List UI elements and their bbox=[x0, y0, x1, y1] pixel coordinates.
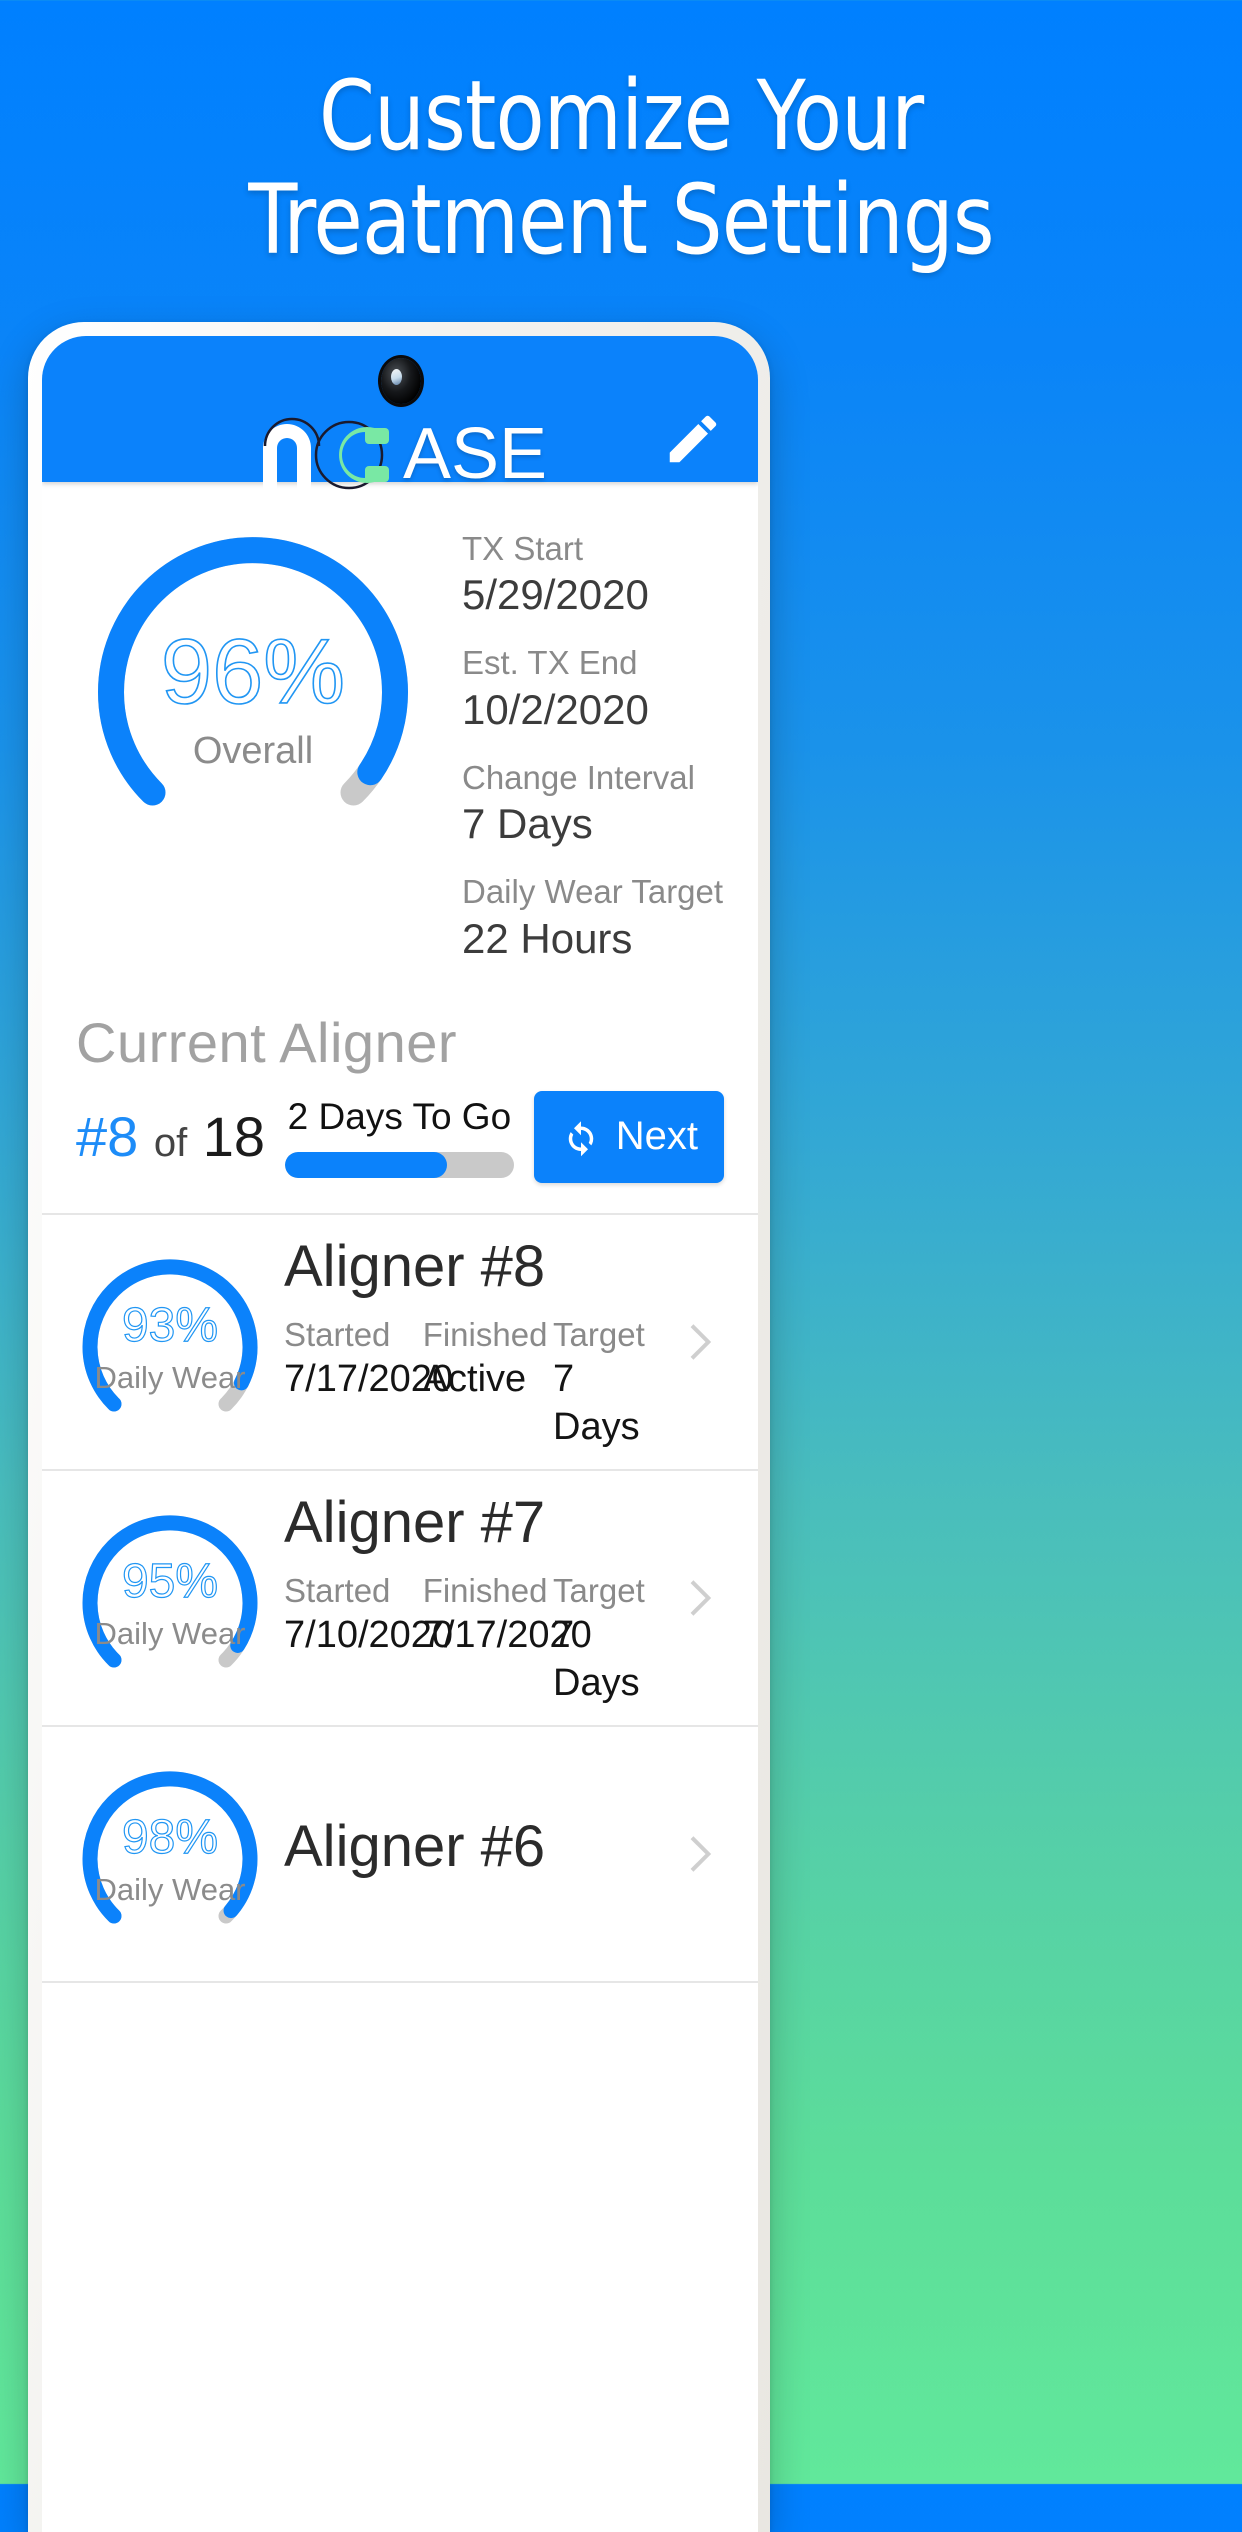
chevron-right-icon[interactable] bbox=[664, 1314, 734, 1370]
target-value: 7 Days bbox=[553, 1358, 640, 1448]
current-aligner-number: #8 bbox=[76, 1105, 139, 1169]
overall-percent: 96% bbox=[160, 620, 346, 724]
current-aligner-section: Current Aligner #8 of 18 2 Days To Go Ne… bbox=[42, 986, 758, 1215]
headline-line-1: Customize Your bbox=[318, 60, 924, 172]
progress-bar-fill bbox=[285, 1151, 448, 1178]
next-aligner-button[interactable]: Next bbox=[533, 1090, 724, 1183]
overall-gauge-container: 96% Overall bbox=[42, 516, 454, 986]
chevron-right-icon[interactable] bbox=[664, 1570, 734, 1626]
front-camera-icon bbox=[381, 358, 421, 404]
daily-wear-percent: 98% bbox=[121, 1810, 219, 1864]
info-label: Daily Wear Target bbox=[462, 873, 724, 911]
aligner-details: Aligner #7 Started 7/10/2020 Finished 7/… bbox=[268, 1489, 664, 1708]
treatment-summary: 96% Overall TX Start 5/29/2020 Est. TX E… bbox=[42, 482, 758, 986]
current-aligner-of: of bbox=[153, 1121, 188, 1166]
overall-gauge: 96% Overall bbox=[77, 516, 429, 868]
aligner-details: Aligner #8 Started 7/17/2020 Finished Ac… bbox=[268, 1233, 664, 1452]
target-column: Target 7 Days bbox=[553, 1570, 664, 1708]
overall-caption: Overall bbox=[192, 730, 314, 772]
daily-wear-gauge: 93% Daily Wear bbox=[72, 1244, 268, 1440]
current-aligner-row: #8 of 18 2 Days To Go Next bbox=[76, 1090, 724, 1183]
logo-text: ASE bbox=[402, 414, 548, 494]
aligner-stats: Started 7/10/2020 Finished 7/17/2020 Tar… bbox=[284, 1570, 664, 1708]
current-aligner-progress: 2 Days To Go bbox=[265, 1096, 534, 1178]
aligner-title: Aligner #6 bbox=[284, 1814, 546, 1880]
table-row[interactable]: 93% Daily Wear Aligner #8 Started 7/17/2… bbox=[42, 1215, 758, 1471]
progress-bar-track bbox=[285, 1151, 514, 1178]
target-value: 7 Days bbox=[553, 1614, 640, 1704]
finished-label: Finished bbox=[422, 1571, 548, 1609]
treatment-info-list: TX Start 5/29/2020 Est. TX End 10/2/2020… bbox=[454, 516, 758, 986]
phone-mockup: ASE 96% Overall TX Start 5/29/2020 Est. … bbox=[28, 322, 770, 2532]
days-to-go-label: 2 Days To Go bbox=[287, 1095, 512, 1137]
info-row: TX Start 5/29/2020 bbox=[462, 528, 758, 620]
daily-wear-caption: Daily Wear bbox=[94, 1359, 246, 1395]
target-column: Target 7 Days bbox=[553, 1314, 664, 1452]
daily-wear-percent: 93% bbox=[121, 1298, 219, 1352]
started-label: Started bbox=[284, 1571, 391, 1609]
app-logo: ASE bbox=[42, 412, 758, 496]
info-value: 5/29/2020 bbox=[462, 571, 649, 619]
started-value: 7/10/2020 bbox=[284, 1614, 454, 1657]
pencil-icon bbox=[669, 415, 717, 463]
info-label: TX Start bbox=[462, 530, 584, 567]
headline-line-2: Treatment Settings bbox=[248, 164, 994, 276]
finished-column: Finished Active bbox=[423, 1314, 553, 1452]
current-aligner-total: 18 bbox=[202, 1105, 266, 1169]
aligner-title: Aligner #8 bbox=[284, 1233, 546, 1299]
daily-wear-percent: 95% bbox=[121, 1554, 219, 1608]
started-value: 7/17/2020 bbox=[284, 1358, 454, 1401]
target-label: Target bbox=[553, 1571, 645, 1609]
started-column: Started 7/17/2020 bbox=[284, 1314, 454, 1452]
finished-column: Finished 7/17/2020 bbox=[422, 1570, 592, 1708]
app-content: 96% Overall TX Start 5/29/2020 Est. TX E… bbox=[42, 482, 758, 2532]
aligner-title: Aligner #7 bbox=[284, 1489, 546, 1555]
daily-wear-caption: Daily Wear bbox=[94, 1871, 246, 1907]
phone-screen: ASE 96% Overall TX Start 5/29/2020 Est. … bbox=[42, 336, 758, 2532]
refresh-icon bbox=[568, 1121, 593, 1157]
table-row[interactable]: 95% Daily Wear Aligner #7 Started 7/10/2… bbox=[42, 1471, 758, 1727]
info-value: 7 Days bbox=[462, 800, 593, 848]
current-aligner-title: Current Aligner bbox=[76, 1010, 458, 1074]
info-value: 22 Hours bbox=[462, 914, 633, 962]
logo-n-c-mark bbox=[253, 412, 403, 496]
table-row[interactable]: 98% Daily Wear Aligner #6 bbox=[42, 1727, 758, 1983]
current-aligner-counter: #8 of 18 bbox=[76, 1104, 265, 1169]
aligner-details: Aligner #6 bbox=[268, 1813, 664, 1894]
aligner-stats: Started 7/17/2020 Finished Active Target… bbox=[284, 1314, 664, 1452]
target-label: Target bbox=[553, 1315, 645, 1353]
finished-label: Finished bbox=[422, 1315, 548, 1353]
next-button-label: Next bbox=[615, 1114, 698, 1159]
daily-wear-gauge: 95% Daily Wear bbox=[72, 1500, 268, 1696]
aligner-list: 93% Daily Wear Aligner #8 Started 7/17/2… bbox=[42, 1215, 758, 1983]
app-bar: ASE bbox=[42, 336, 758, 490]
daily-wear-gauge: 98% Daily Wear bbox=[72, 1756, 268, 1952]
info-row: Est. TX End 10/2/2020 bbox=[462, 642, 758, 734]
info-label: Change Interval bbox=[462, 758, 695, 796]
daily-wear-caption: Daily Wear bbox=[94, 1615, 246, 1651]
info-row: Daily Wear Target 22 Hours bbox=[462, 871, 758, 963]
started-column: Started 7/10/2020 bbox=[284, 1570, 454, 1708]
edit-button[interactable] bbox=[662, 408, 724, 475]
finished-value: 7/17/2020 bbox=[422, 1614, 592, 1657]
chevron-right-icon[interactable] bbox=[664, 1826, 734, 1882]
info-label: Est. TX End bbox=[462, 644, 638, 682]
ncase-mark-svg bbox=[262, 417, 389, 490]
info-value: 10/2/2020 bbox=[462, 685, 649, 733]
finished-value: Active bbox=[422, 1358, 527, 1401]
info-row: Change Interval 7 Days bbox=[462, 757, 758, 849]
started-label: Started bbox=[284, 1315, 391, 1353]
promo-headline: Customize Your Treatment Settings bbox=[43, 64, 1198, 272]
